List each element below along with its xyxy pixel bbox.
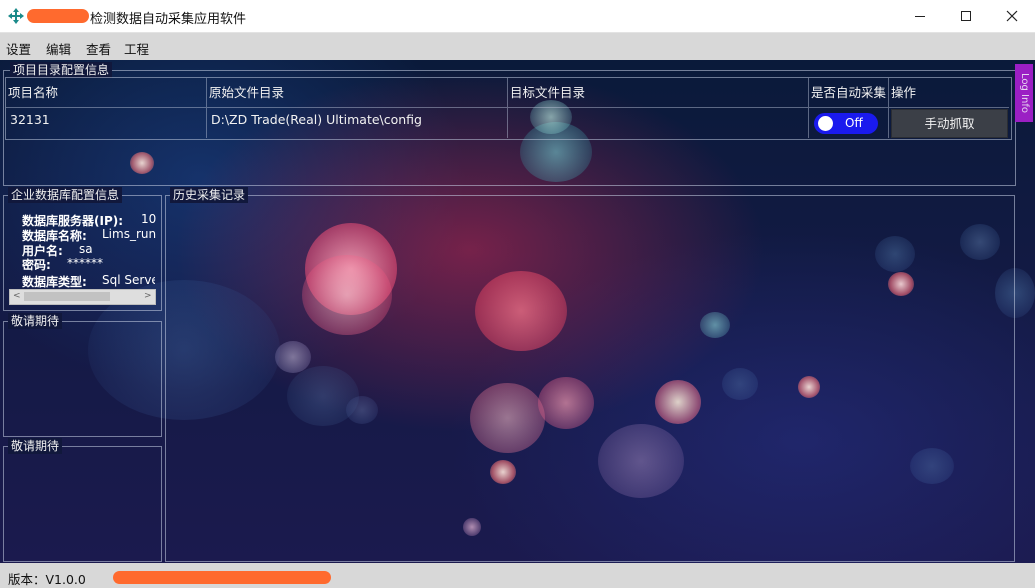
menu-bar: 设置 编辑 查看 工程 xyxy=(0,33,1035,60)
placeholder-title: 敬请期待 xyxy=(8,438,63,454)
db-field-value: sa xyxy=(79,242,93,256)
column-header-project-name[interactable]: 项目名称 xyxy=(6,78,207,108)
db-field-value: Sql Serve xyxy=(102,273,155,287)
menu-project[interactable]: 工程 xyxy=(124,39,149,58)
db-field-label: 数据库服务器(IP): xyxy=(22,214,124,228)
version-label: 版本：V1.0.0 xyxy=(8,572,86,587)
column-header-auto-capture[interactable]: 是否自动采集 xyxy=(809,78,889,108)
scroll-right-icon[interactable]: > xyxy=(144,290,152,303)
manual-capture-button[interactable]: 手动抓取 xyxy=(891,109,1008,138)
project-config-title: 项目目录配置信息 xyxy=(10,62,113,78)
title-bar: 检测数据自动采集应用软件 xyxy=(0,0,1035,33)
redacted-title-prefix xyxy=(27,9,89,23)
db-field-label: 密码: xyxy=(22,258,51,272)
menu-view[interactable]: 查看 xyxy=(86,39,111,58)
db-config-title: 企业数据库配置信息 xyxy=(8,187,123,203)
placeholder-group-1: 敬请期待 xyxy=(3,313,162,437)
maximize-icon xyxy=(961,11,971,21)
cell-target-dir[interactable] xyxy=(508,108,809,138)
db-field-db-type: 数据库类型: Sql Serve xyxy=(22,273,155,290)
placeholder-title: 敬请期待 xyxy=(8,313,63,329)
toggle-label: Off xyxy=(845,116,863,130)
window-title: 检测数据自动采集应用软件 xyxy=(90,12,247,27)
maximize-button[interactable] xyxy=(943,0,989,32)
move-arrows-icon xyxy=(8,8,24,24)
status-bar: 版本：V1.0.0 xyxy=(0,563,1035,588)
redacted-status-info xyxy=(113,571,331,584)
menu-edit[interactable]: 编辑 xyxy=(46,39,71,58)
column-header-action[interactable]: 操作 xyxy=(889,78,1009,108)
db-field-value: Lims_run xyxy=(102,227,157,241)
close-icon xyxy=(1006,10,1018,22)
cell-project-name[interactable]: 32131 xyxy=(6,108,207,138)
scroll-left-icon[interactable]: < xyxy=(13,290,21,303)
db-field-value: ****** xyxy=(67,256,103,270)
db-horizontal-scrollbar[interactable]: < > xyxy=(9,289,156,305)
column-header-source-dir[interactable]: 原始文件目录 xyxy=(207,78,508,108)
minimize-button[interactable] xyxy=(897,0,943,32)
placeholder-group-2: 敬请期待 xyxy=(3,438,162,562)
history-records-title: 历史采集记录 xyxy=(170,187,249,203)
toggle-knob xyxy=(818,116,833,131)
auto-capture-toggle[interactable]: Off xyxy=(814,113,878,134)
log-info-tab[interactable]: Log Info xyxy=(1015,64,1033,122)
column-header-target-dir[interactable]: 目标文件目录 xyxy=(508,78,809,108)
db-field-password: 密码: ****** xyxy=(22,256,103,273)
history-records-group: 历史采集记录 xyxy=(165,187,1015,562)
close-button[interactable] xyxy=(989,0,1035,32)
menu-settings[interactable]: 设置 xyxy=(6,39,31,58)
cell-source-dir[interactable]: D:\ZD Trade(Real) Ultimate\config xyxy=(207,108,508,138)
minimize-icon xyxy=(915,16,925,17)
db-field-label: 数据库类型: xyxy=(22,275,87,289)
db-field-label: 数据库名称: xyxy=(22,229,87,243)
db-field-value: 10 xyxy=(141,212,157,226)
scrollbar-thumb[interactable] xyxy=(24,292,110,301)
